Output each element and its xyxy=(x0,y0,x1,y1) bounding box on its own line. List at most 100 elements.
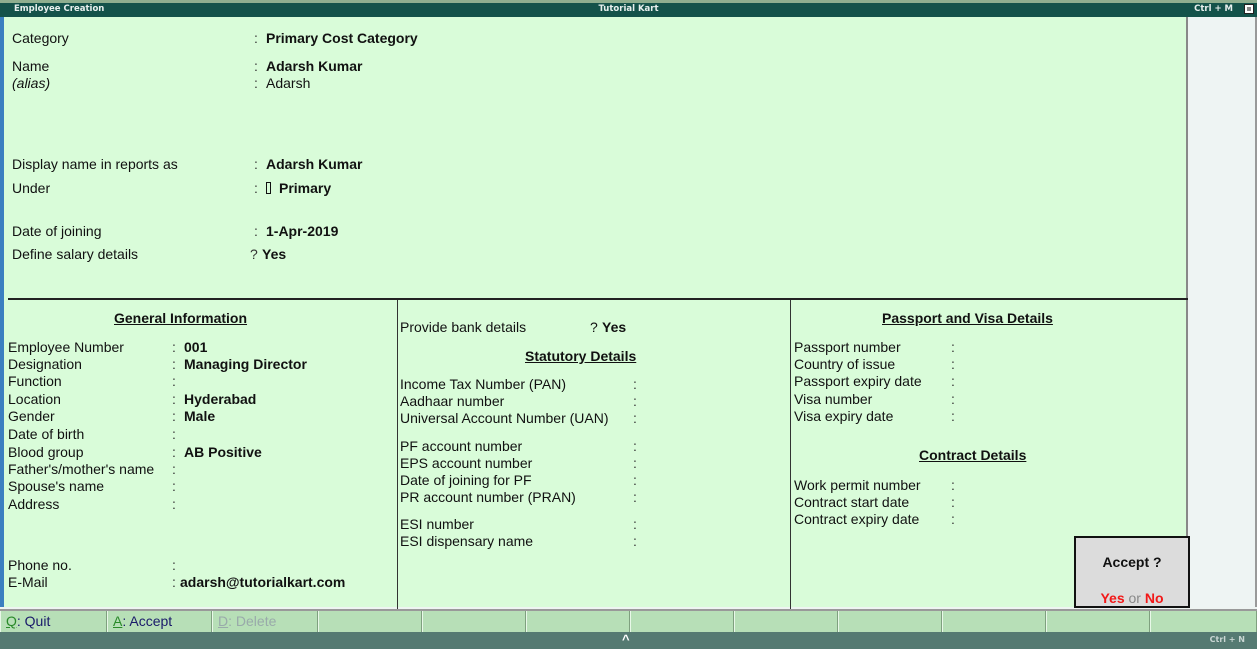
section-divider xyxy=(8,298,1190,300)
passport-field-sep: : xyxy=(951,373,955,389)
statutory-field-label: Aadhaar number xyxy=(400,393,505,409)
general-field-value[interactable]: 001 xyxy=(184,339,207,355)
accept-dialog: Accept ? Yes or No xyxy=(1074,536,1190,608)
general-field-label: Spouse's name xyxy=(8,478,105,494)
general-field-value[interactable]: Male xyxy=(184,408,215,424)
accept-options: Yes or No xyxy=(1076,590,1188,606)
employee-form: Category : Primary Cost Category Name : … xyxy=(0,17,1190,622)
general-field-sep: : xyxy=(172,391,176,407)
display-name-field[interactable]: Adarsh Kumar xyxy=(266,156,362,172)
general-field-sep: : xyxy=(172,444,176,460)
passport-field-sep: : xyxy=(951,391,955,407)
accept-key: A xyxy=(113,613,123,629)
statutory-field-sep: : xyxy=(633,455,637,471)
passport-field-label: Passport number xyxy=(794,339,901,355)
empty-button-slot[interactable] xyxy=(630,611,734,632)
passport-title: Passport and Visa Details xyxy=(882,310,1053,326)
general-field-sep: : xyxy=(172,426,176,442)
statutory-field-sep: : xyxy=(633,393,637,409)
general-field-sep: : xyxy=(172,478,176,494)
contract-field-sep: : xyxy=(951,494,955,510)
alias-field[interactable]: Adarsh xyxy=(266,75,310,91)
general-info-title: General Information xyxy=(114,310,248,326)
contract-field-sep: : xyxy=(951,477,955,493)
minimize-button[interactable] xyxy=(1244,4,1254,14)
name-label: Name xyxy=(12,58,50,74)
statutory-field-label: Universal Account Number (UAN) xyxy=(400,410,609,426)
delete-button[interactable]: D: Delete xyxy=(212,611,318,632)
statutory-field-sep: : xyxy=(633,533,637,549)
general-field-sep: : xyxy=(172,408,176,424)
passport-field-label: Country of issue xyxy=(794,356,896,372)
right-side-panel xyxy=(1188,17,1257,607)
general-field-label: Blood group xyxy=(8,444,84,460)
general-field-label: Employee Number xyxy=(8,339,124,355)
general-field-label: Gender xyxy=(8,408,55,424)
general-field-sep: : xyxy=(172,496,176,512)
passport-field-sep: : xyxy=(951,408,955,424)
empty-button-slot[interactable] xyxy=(1150,611,1257,632)
date-of-joining-field[interactable]: 1-Apr-2019 xyxy=(266,223,338,239)
phone-sep: : xyxy=(172,557,176,573)
define-salary-sep: ? xyxy=(250,246,258,262)
statutory-field-sep: : xyxy=(633,438,637,454)
category-field[interactable]: Primary Cost Category xyxy=(266,30,418,46)
general-field-value[interactable]: Hyderabad xyxy=(184,391,256,407)
title-bar: Employee Creation Tutorial Kart Ctrl + M xyxy=(0,3,1257,17)
statutory-field-label: Date of joining for PF xyxy=(400,472,532,488)
general-field-value[interactable]: AB Positive xyxy=(184,444,262,460)
contract-field-label: Contract expiry date xyxy=(794,511,920,527)
contract-field-label: Contract start date xyxy=(794,494,910,510)
general-field-sep: : xyxy=(172,356,176,372)
passport-field-sep: : xyxy=(951,339,955,355)
under-label: Under xyxy=(12,180,51,196)
delete-key: D xyxy=(218,613,229,629)
empty-button-slot[interactable] xyxy=(838,611,942,632)
alias-sep: : xyxy=(254,75,258,91)
shortcut-hint: Ctrl + M xyxy=(1194,4,1233,14)
empty-button-slot[interactable] xyxy=(1046,611,1150,632)
column-divider-1 xyxy=(397,300,398,622)
date-of-joining-sep: : xyxy=(254,223,258,239)
passport-field-label: Visa expiry date xyxy=(794,408,894,424)
contract-field-label: Work permit number xyxy=(794,477,921,493)
accept-button[interactable]: A: Accept xyxy=(107,611,212,632)
empty-button-slot[interactable] xyxy=(942,611,1046,632)
empty-button-slot[interactable] xyxy=(734,611,838,632)
contract-title: Contract Details xyxy=(919,447,1027,463)
column-divider-2 xyxy=(790,300,791,622)
general-field-label: Function xyxy=(8,373,62,389)
define-salary-label: Define salary details xyxy=(12,246,139,262)
statutory-field-label: Income Tax Number (PAN) xyxy=(400,376,566,392)
general-field-sep: : xyxy=(172,339,176,355)
name-field[interactable]: Adarsh Kumar xyxy=(266,58,362,74)
empty-button-slot[interactable] xyxy=(526,611,630,632)
category-sep: : xyxy=(254,30,258,46)
empty-button-slot[interactable] xyxy=(318,611,422,632)
bank-details-sep: ? xyxy=(590,319,598,335)
empty-button-slot[interactable] xyxy=(422,611,526,632)
statutory-field-sep: : xyxy=(633,410,637,426)
statutory-field-sep: : xyxy=(633,489,637,505)
quit-button[interactable]: Q: Quit xyxy=(0,611,107,632)
date-of-joining-label: Date of joining xyxy=(12,223,102,239)
general-field-value[interactable]: Managing Director xyxy=(184,356,307,372)
accept-no-button[interactable]: No xyxy=(1145,590,1164,606)
email-sep: : xyxy=(172,574,176,590)
under-field[interactable]: Primary xyxy=(266,180,331,196)
general-field-sep: : xyxy=(172,373,176,389)
statutory-field-label: EPS account number xyxy=(400,455,533,471)
general-field-label: Father's/mother's name xyxy=(8,461,155,477)
phone-label: Phone no. xyxy=(8,557,72,573)
button-bar: Q: Quit A: Accept D: Delete xyxy=(0,609,1257,632)
accept-yes-button[interactable]: Yes xyxy=(1100,590,1124,606)
general-field-label: Location xyxy=(8,391,61,407)
define-salary-field[interactable]: Yes xyxy=(262,246,286,262)
quit-key: Q xyxy=(6,613,17,629)
bank-details-field[interactable]: Yes xyxy=(602,319,626,335)
general-field-label: Date of birth xyxy=(8,426,85,442)
expand-caret-icon[interactable]: ^ xyxy=(622,632,630,647)
display-name-label: Display name in reports as xyxy=(12,156,178,172)
email-field[interactable]: adarsh@tutorialkart.com xyxy=(180,574,345,590)
email-label: E-Mail xyxy=(8,574,48,590)
